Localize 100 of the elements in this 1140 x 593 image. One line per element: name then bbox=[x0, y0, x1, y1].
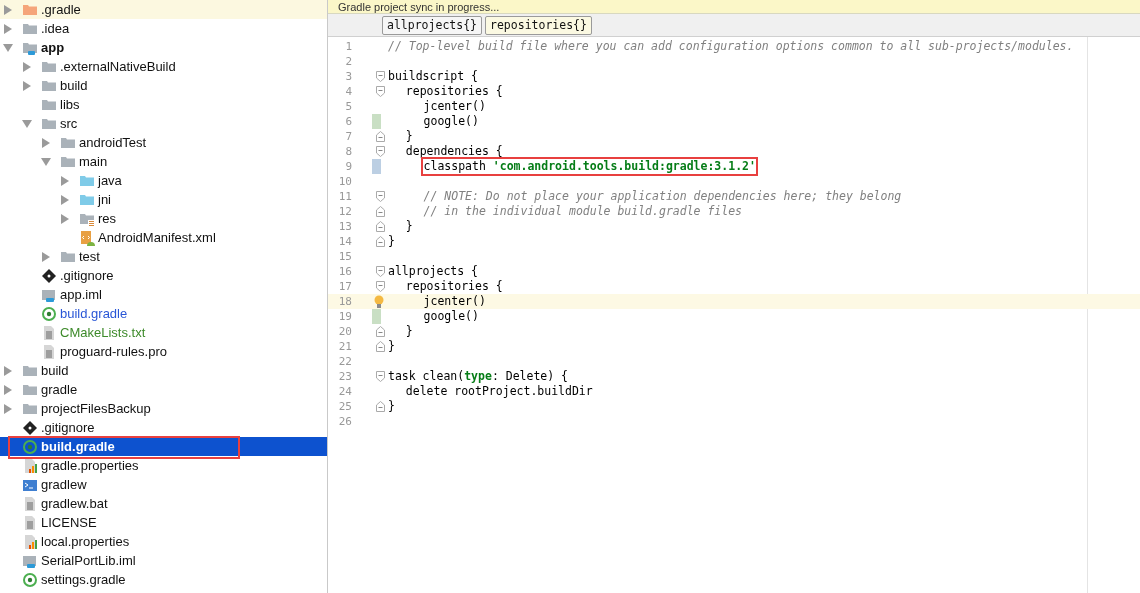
fold-marker-icon[interactable] bbox=[376, 146, 385, 157]
expand-arrow-icon[interactable] bbox=[41, 251, 51, 262]
tree-item[interactable]: app bbox=[0, 38, 327, 57]
code-line: task clean(type: Delete) { bbox=[387, 369, 569, 384]
line-number: 8 bbox=[344, 144, 352, 159]
change-marker[interactable] bbox=[372, 309, 381, 324]
fold-marker-icon[interactable] bbox=[376, 236, 385, 247]
line-number: 9 bbox=[344, 159, 352, 174]
tree-item[interactable]: AndroidManifest.xml bbox=[0, 228, 327, 247]
tree-item[interactable]: src bbox=[0, 114, 327, 133]
sync-status-text: Gradle project sync in progress... bbox=[338, 0, 500, 13]
tree-item[interactable]: gradlew bbox=[0, 475, 327, 494]
code-line: } bbox=[404, 324, 413, 339]
code-line: dependencies { bbox=[404, 144, 503, 159]
properties-file-icon bbox=[22, 533, 38, 550]
line-number: 4 bbox=[344, 84, 352, 99]
tree-item[interactable]: build bbox=[0, 361, 327, 380]
expand-arrow-icon[interactable] bbox=[41, 137, 51, 148]
lightbulb-icon[interactable] bbox=[373, 295, 385, 309]
tree-item[interactable]: test bbox=[0, 247, 327, 266]
fold-marker-icon[interactable] bbox=[376, 221, 385, 232]
tree-item[interactable]: local.properties bbox=[0, 532, 327, 551]
tree-item[interactable]: androidTest bbox=[0, 133, 327, 152]
tree-item[interactable]: build.gradle bbox=[0, 437, 327, 456]
tree-item[interactable]: .gradle bbox=[0, 0, 327, 19]
tree-item-label: main bbox=[79, 154, 108, 169]
tree-item[interactable]: CMakeLists.txt bbox=[0, 323, 327, 342]
tree-item[interactable]: .gitignore bbox=[0, 418, 327, 437]
fold-marker-icon[interactable] bbox=[376, 401, 385, 412]
line-number: 15 bbox=[337, 249, 352, 264]
expand-arrow-icon[interactable] bbox=[3, 4, 13, 15]
tree-item[interactable]: gradlew.bat bbox=[0, 494, 327, 513]
properties-file-icon bbox=[22, 457, 38, 474]
expand-arrow-icon[interactable] bbox=[22, 80, 32, 91]
text-file-icon bbox=[41, 324, 57, 341]
breadcrumb[interactable]: allprojects{} bbox=[382, 15, 482, 35]
line-number: 26 bbox=[337, 414, 352, 429]
tree-item[interactable]: settings.gradle bbox=[0, 570, 327, 589]
expand-arrow-icon[interactable] bbox=[60, 175, 70, 186]
tree-item-label: .idea bbox=[41, 21, 70, 36]
fold-marker-icon[interactable] bbox=[376, 341, 385, 352]
line-number: 18 bbox=[337, 294, 352, 309]
tree-item[interactable]: app.iml bbox=[0, 285, 327, 304]
git-icon bbox=[41, 267, 57, 284]
breadcrumb[interactable]: repositories{} bbox=[485, 15, 592, 35]
text-file-icon bbox=[41, 343, 57, 360]
expand-arrow-icon[interactable] bbox=[3, 384, 13, 395]
tree-item[interactable]: res bbox=[0, 209, 327, 228]
fold-marker-icon[interactable] bbox=[376, 191, 385, 202]
collapse-arrow-icon[interactable] bbox=[3, 42, 13, 53]
tree-item[interactable]: build bbox=[0, 76, 327, 95]
tree-item-label: .gitignore bbox=[41, 420, 95, 435]
tree-item[interactable]: build.gradle bbox=[0, 304, 327, 323]
tree-item[interactable]: java bbox=[0, 171, 327, 190]
tree-item[interactable]: LICENSE bbox=[0, 513, 327, 532]
fold-marker-icon[interactable] bbox=[376, 206, 385, 217]
fold-marker-icon[interactable] bbox=[376, 326, 385, 337]
collapse-arrow-icon[interactable] bbox=[41, 156, 51, 167]
collapse-arrow-icon[interactable] bbox=[22, 118, 32, 129]
tree-item[interactable]: main bbox=[0, 152, 327, 171]
fold-marker-icon[interactable] bbox=[376, 131, 385, 142]
line-number: 3 bbox=[344, 69, 352, 84]
tree-item[interactable]: projectFilesBackup bbox=[0, 399, 327, 418]
fold-marker-icon[interactable] bbox=[376, 281, 385, 292]
line-number: 17 bbox=[337, 279, 352, 294]
tree-item[interactable]: gradle bbox=[0, 380, 327, 399]
expand-arrow-icon[interactable] bbox=[60, 194, 70, 205]
tree-item-label: projectFilesBackup bbox=[41, 401, 151, 416]
code-line: } bbox=[387, 234, 395, 249]
expand-arrow-icon[interactable] bbox=[3, 365, 13, 376]
tree-item-label: src bbox=[60, 116, 78, 131]
line-number: 25 bbox=[337, 399, 352, 414]
line-number: 22 bbox=[337, 354, 352, 369]
tree-item-label: app bbox=[41, 40, 65, 55]
expand-arrow-icon[interactable] bbox=[22, 61, 32, 72]
fold-marker-icon[interactable] bbox=[376, 266, 385, 277]
fold-marker-icon[interactable] bbox=[376, 371, 385, 382]
fold-marker-icon[interactable] bbox=[376, 71, 385, 82]
tree-item[interactable]: .gitignore bbox=[0, 266, 327, 285]
code-line: } bbox=[387, 339, 395, 354]
code-line: } bbox=[404, 219, 413, 234]
change-marker[interactable] bbox=[372, 114, 381, 129]
tree-item[interactable]: SerialPortLib.iml bbox=[0, 551, 327, 570]
gradle-file-icon bbox=[41, 305, 57, 322]
tree-item[interactable]: .externalNativeBuild bbox=[0, 57, 327, 76]
code-line: // Top-level build file where you can add configuration options common to all sub-projects/modules. bbox=[387, 39, 1074, 54]
change-marker[interactable] bbox=[372, 159, 381, 174]
expand-arrow-icon[interactable] bbox=[3, 403, 13, 414]
tree-item[interactable]: .idea bbox=[0, 19, 327, 38]
expand-arrow-icon[interactable] bbox=[60, 213, 70, 224]
tree-item[interactable]: gradle.properties bbox=[0, 456, 327, 475]
tree-item-label: gradle bbox=[41, 382, 78, 397]
tree-item-label: gradlew.bat bbox=[41, 496, 108, 511]
tree-item[interactable]: proguard-rules.pro bbox=[0, 342, 327, 361]
tree-item-label: build.gradle bbox=[41, 439, 115, 454]
tree-item[interactable]: jni bbox=[0, 190, 327, 209]
line-number: 10 bbox=[337, 174, 352, 189]
fold-marker-icon[interactable] bbox=[376, 86, 385, 97]
tree-item[interactable]: libs bbox=[0, 95, 327, 114]
expand-arrow-icon[interactable] bbox=[3, 23, 13, 34]
